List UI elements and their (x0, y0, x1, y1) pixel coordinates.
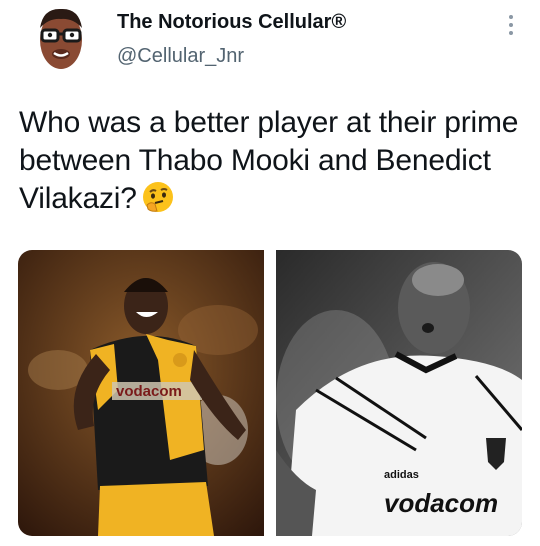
photo-right[interactable]: adidas vodacom (276, 250, 522, 536)
user-handle[interactable]: @Cellular_Jnr (117, 45, 244, 68)
tweet-media[interactable]: vodacom adidas vodacom (18, 250, 522, 536)
display-name[interactable]: The Notorious Cellular® (117, 11, 346, 34)
thinking-face-icon (141, 180, 175, 224)
tweet-body: Who was a better player at their prime b… (19, 106, 519, 215)
avatar[interactable] (33, 4, 89, 74)
tweet-text: Who was a better player at their prime b… (19, 104, 524, 224)
svg-text:vodacom: vodacom (384, 488, 498, 518)
svg-text:vodacom: vodacom (116, 383, 182, 400)
photo-left[interactable]: vodacom (18, 250, 264, 536)
svg-text:adidas: adidas (384, 469, 419, 481)
more-vertical-icon[interactable] (499, 10, 523, 40)
